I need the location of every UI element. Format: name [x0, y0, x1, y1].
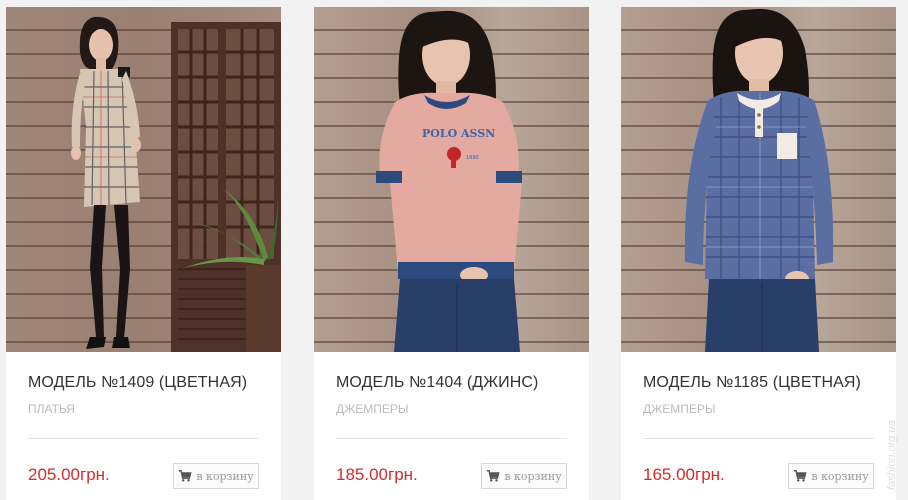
product-grid: МОДЕЛЬ №1409 (ЦВЕТНАЯ) ПЛАТЬЯ 205.00грн.…	[0, 0, 908, 500]
model-in-dress-illustration	[71, 16, 281, 352]
model-figure	[71, 16, 141, 349]
product-card: POLO ASSN 1890 МОДЕЛЬ №1404 (ДЖИНС) ДЖЕМ…	[314, 7, 589, 500]
shopping-cart-icon	[794, 470, 807, 482]
add-to-cart-button[interactable]: в корзину	[173, 463, 259, 489]
buy-row: 165.00грн. в корзину	[643, 463, 874, 491]
model-figure	[684, 8, 834, 352]
add-to-cart-label: в корзину	[811, 469, 869, 483]
divider	[643, 438, 874, 439]
product-image[interactable]	[6, 7, 281, 352]
product-category[interactable]: ДЖЕМПЕРЫ	[643, 402, 874, 416]
product-category[interactable]: ДЖЕМПЕРЫ	[336, 402, 567, 416]
model-in-jumper-illustration: POLO ASSN 1890	[376, 10, 522, 352]
product-category[interactable]: ПЛАТЬЯ	[28, 402, 259, 416]
product-image[interactable]: POLO ASSN 1890	[314, 7, 589, 352]
product-title[interactable]: МОДЕЛЬ №1185 (ЦВЕТНАЯ)	[643, 374, 874, 392]
product-price: 185.00грн.	[336, 465, 418, 484]
polo-print-text: POLO ASSN	[422, 127, 495, 140]
add-to-cart-label: в корзину	[196, 469, 254, 483]
product-image[interactable]	[621, 7, 896, 352]
product-price: 165.00грн.	[643, 465, 725, 484]
model-figure: POLO ASSN 1890	[376, 10, 522, 352]
buy-row: 205.00грн. в корзину	[28, 463, 259, 491]
watermark: fashion.org.ua	[886, 420, 898, 490]
polo-print-year: 1890	[466, 155, 479, 161]
divider	[336, 438, 567, 439]
buy-row: 185.00грн. в корзину	[336, 463, 567, 491]
product-card: МОДЕЛЬ №1409 (ЦВЕТНАЯ) ПЛАТЬЯ 205.00грн.…	[6, 7, 281, 500]
shopping-cart-icon	[487, 470, 500, 482]
divider	[28, 438, 259, 439]
add-to-cart-button[interactable]: в корзину	[481, 463, 567, 489]
add-to-cart-label: в корзину	[504, 469, 562, 483]
add-to-cart-button[interactable]: в корзину	[788, 463, 874, 489]
product-price: 205.00грн.	[28, 465, 110, 484]
product-title[interactable]: МОДЕЛЬ №1404 (ДЖИНС)	[336, 374, 567, 392]
model-in-checked-jumper-illustration	[684, 8, 834, 352]
product-title[interactable]: МОДЕЛЬ №1409 (ЦВЕТНАЯ)	[28, 374, 259, 392]
shopping-cart-icon	[179, 470, 192, 482]
product-card: МОДЕЛЬ №1185 (ЦВЕТНАЯ) ДЖЕМПЕРЫ 165.00гр…	[621, 7, 896, 500]
